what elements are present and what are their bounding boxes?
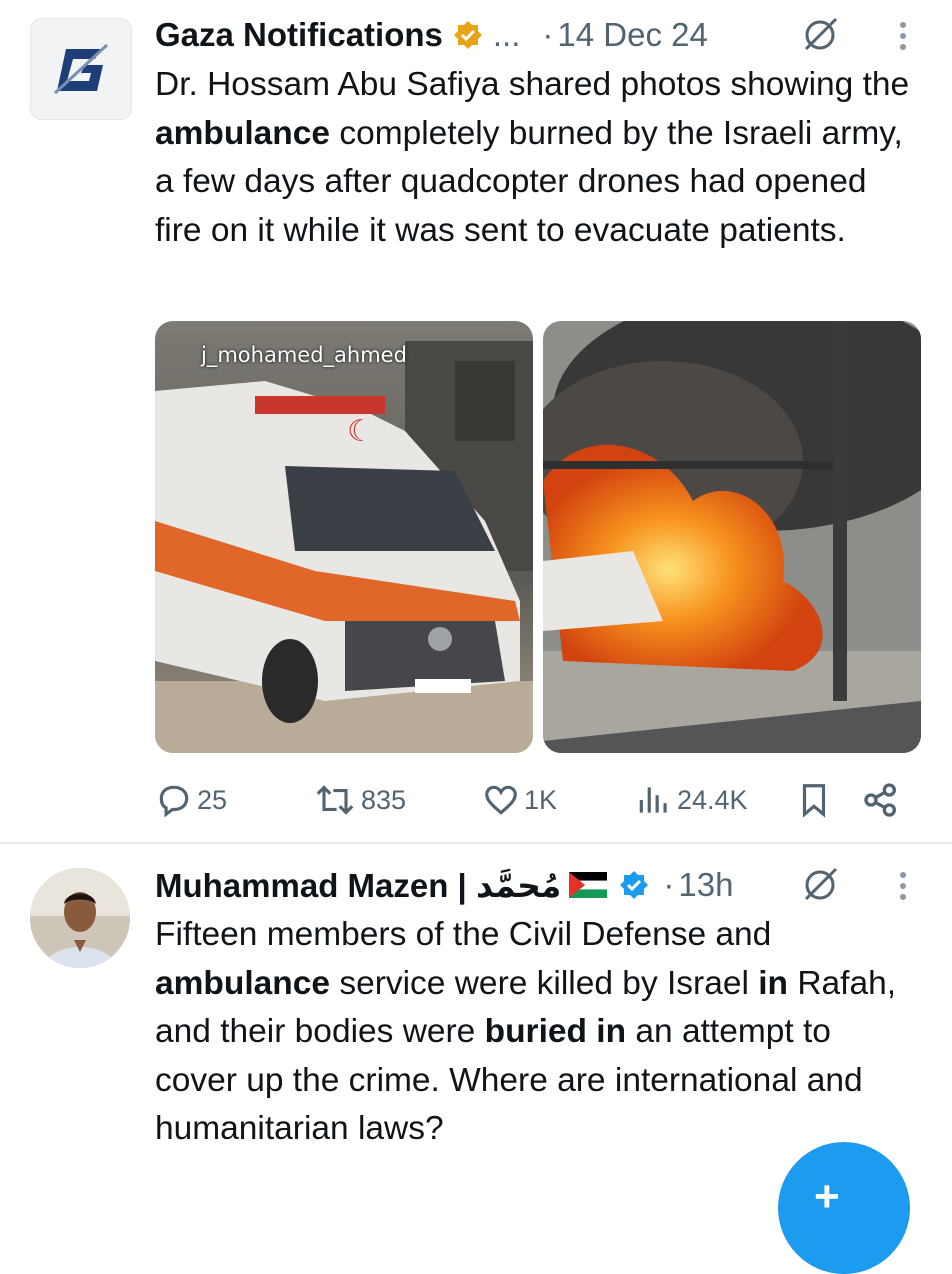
media-image-ambulance[interactable]: ☾ j_mohamed_ahmed [155, 321, 533, 753]
profile-photo-icon [30, 868, 130, 968]
repost-button[interactable]: 835 [313, 778, 406, 822]
display-name[interactable]: Muhammad Mazen | مُحمَّد [155, 866, 561, 905]
reply-button[interactable]: 25 [155, 778, 227, 822]
palestine-flag-icon [569, 872, 608, 898]
compose-icon: + [814, 1172, 840, 1221]
views-button[interactable]: 24.4K [635, 778, 748, 822]
compose-button[interactable]: + [778, 1142, 910, 1274]
gaza-notifications-logo-icon [53, 43, 109, 95]
tweet-header: Muhammad Mazen | مُحمَّد · 13h [155, 865, 733, 905]
more-options-icon[interactable] [900, 22, 908, 55]
tweet-divider [0, 842, 952, 844]
tweet-gaza-notifications[interactable]: Gaza Notifications ... · 14 Dec 24 Dr. H… [0, 0, 952, 842]
grok-icon[interactable] [800, 865, 840, 905]
tweet-header: Gaza Notifications ... · 14 Dec 24 [155, 15, 708, 55]
media-image-burning-vehicle[interactable] [543, 321, 921, 753]
image-watermark: j_mohamed_ahmed [201, 343, 407, 367]
bookmark-button[interactable] [795, 778, 837, 822]
tweet-time[interactable]: 13h [678, 866, 733, 904]
share-button[interactable] [861, 778, 905, 822]
more-options-icon[interactable] [900, 872, 908, 905]
separator-dot: · [663, 866, 675, 903]
heart-icon [485, 785, 517, 815]
grok-icon[interactable] [800, 15, 840, 55]
share-icon [864, 783, 896, 817]
burning-vehicle-photo-icon [543, 321, 921, 753]
separator-dot: · [542, 16, 554, 53]
avatar-muhammad-mazen[interactable] [30, 868, 130, 968]
repost-icon [316, 785, 354, 815]
repost-count: 835 [361, 784, 407, 815]
ambulance-photo-icon: ☾ [155, 321, 533, 753]
tweet-text: Fifteen members of the Civil Defense and… [155, 916, 897, 1147]
like-count: 1K [524, 784, 558, 815]
views-chart-icon [639, 787, 667, 813]
reply-count: 25 [197, 784, 228, 815]
reply-icon [159, 785, 189, 818]
view-count: 24.4K [677, 784, 748, 815]
tweet-text: Dr. Hossam Abu Safiya shared photos show… [155, 66, 910, 249]
verified-badge-icon[interactable] [619, 870, 649, 900]
display-name[interactable]: Gaza Notifications [155, 16, 443, 54]
svg-text:☾: ☾ [347, 414, 374, 449]
tweet-date[interactable]: 14 Dec 24 [557, 16, 707, 54]
verified-badge-icon[interactable] [453, 20, 483, 50]
name-truncation: ... [492, 16, 521, 53]
bookmark-icon [802, 784, 826, 818]
like-button[interactable]: 1K [482, 778, 557, 822]
tweet-actions: 25 835 1K 24.4K [155, 778, 915, 822]
avatar-gaza-notifications[interactable] [30, 18, 132, 120]
